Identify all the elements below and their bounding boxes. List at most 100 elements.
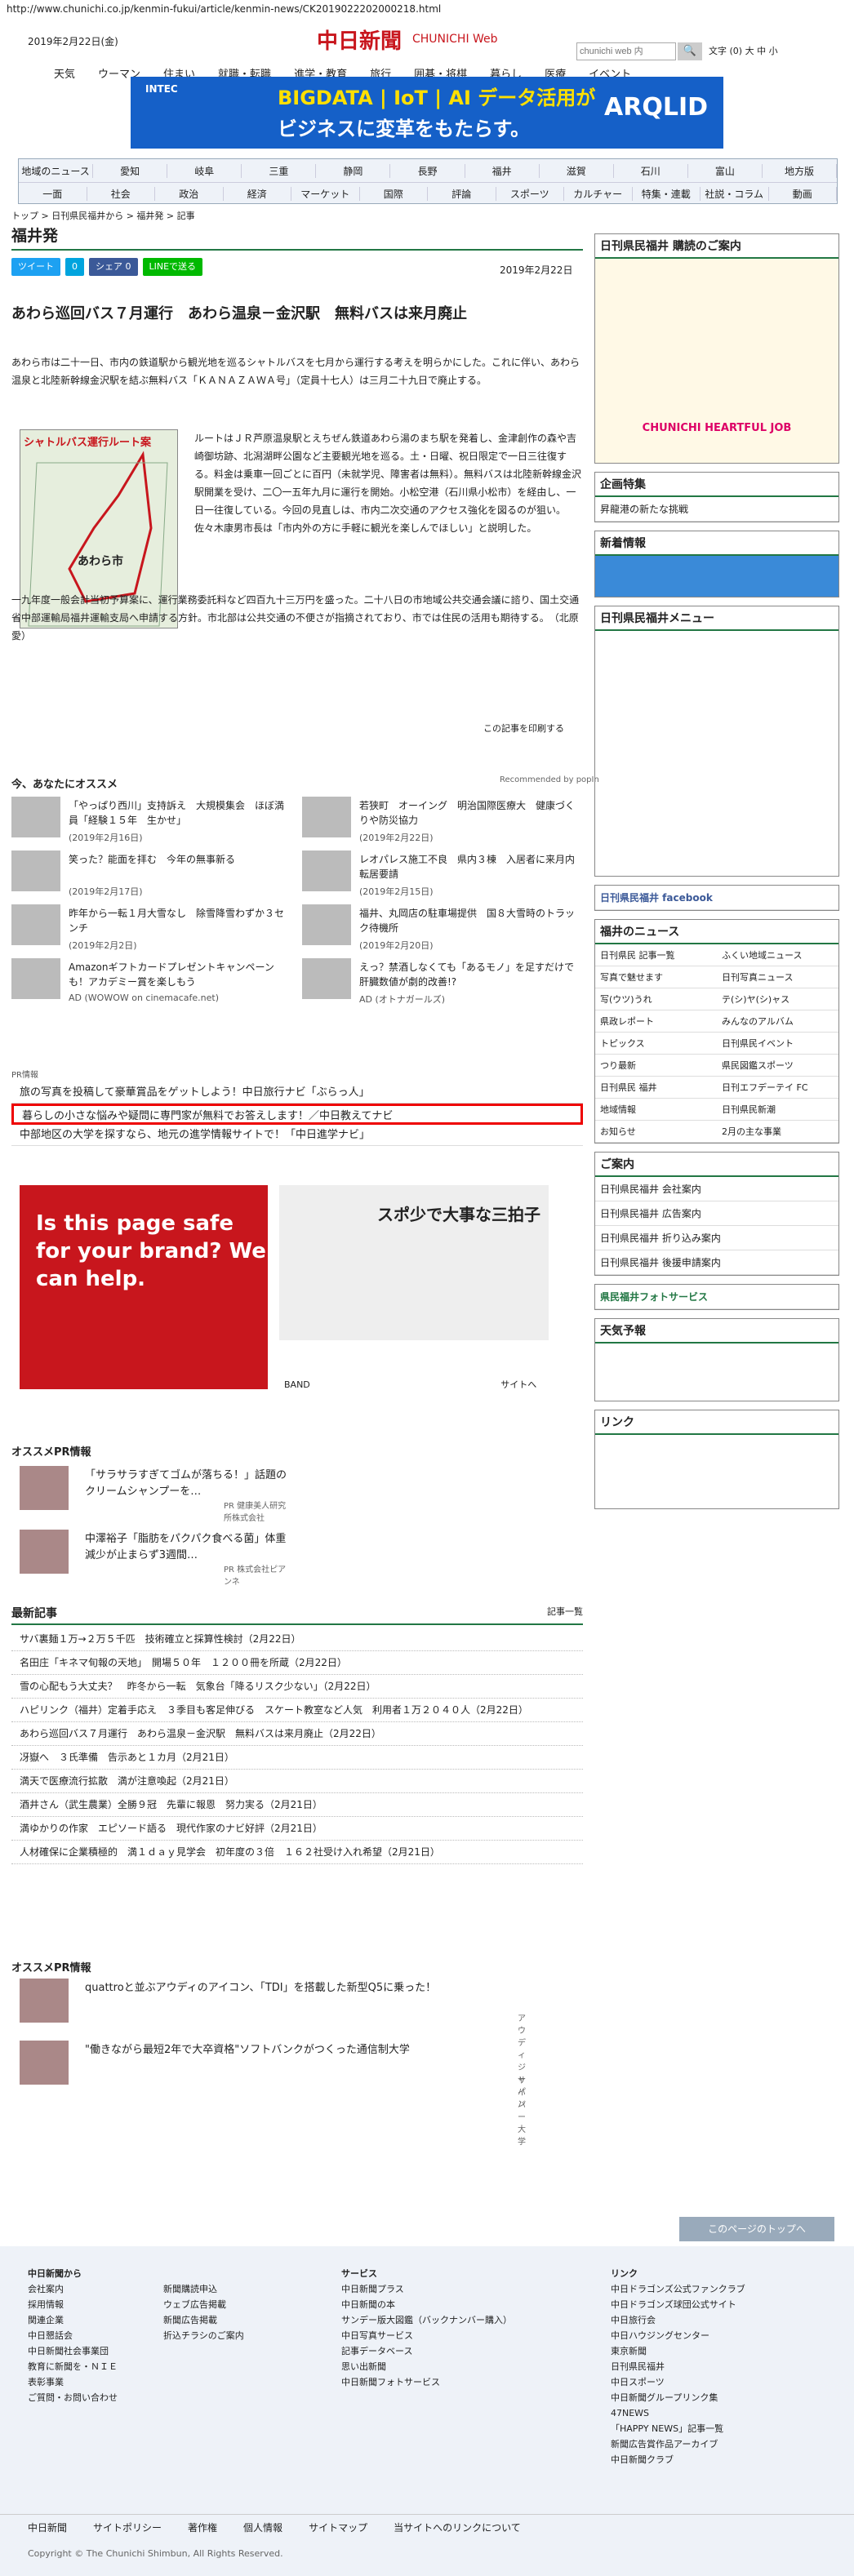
shincho-banner[interactable]	[595, 556, 838, 597]
footer-link[interactable]: 新聞購読申込	[163, 2281, 244, 2297]
footer-link[interactable]: 表彰事業	[28, 2374, 118, 2390]
footer-link[interactable]: 「HAPPY NEWS」記事一覧	[611, 2421, 745, 2436]
region-nav-item[interactable]: 石川	[614, 163, 688, 178]
footer-link[interactable]: 教育に新聞を・ＮＩＥ	[28, 2359, 118, 2374]
search-input[interactable]	[576, 42, 676, 60]
link-tiles[interactable]	[595, 1435, 838, 1508]
latest-item[interactable]: サバ裏麺１万→２万５千匹 技術確立と採算性検討（2月22日）	[11, 1628, 583, 1651]
category-nav-item[interactable]: カルチャー	[564, 187, 633, 201]
footer-link[interactable]: 中日スポーツ	[611, 2374, 745, 2390]
news-link[interactable]: 日刊県民新潮	[717, 1099, 838, 1121]
photo-link[interactable]: 県民福井フォトサービス	[595, 1285, 838, 1309]
photo-box[interactable]: 県民福井フォトサービス	[594, 1284, 839, 1310]
footer-link[interactable]: 関連企業	[28, 2312, 118, 2328]
latest-item[interactable]: 酒井さん（武生農業）全勝９冠 先輩に報恩 努力実る（2月21日）	[11, 1793, 583, 1817]
ad-ias[interactable]: Is this page safe for your brand? We can…	[20, 1185, 268, 1389]
recommend-item[interactable]: 昨年から一転１月大雪なし 除雪降雪わずか３センチ (2019年2月2日)	[11, 904, 289, 952]
news-link[interactable]: 地域情報	[595, 1099, 717, 1121]
footer-link[interactable]: 東京新聞	[611, 2343, 745, 2359]
footer-link[interactable]: 中日新聞フォトサービス	[341, 2374, 512, 2390]
category-nav-item[interactable]: 国際	[360, 187, 428, 201]
latest-item[interactable]: 人材確保に企業積極的 満１ｄａｙ見学会 初年度の３倍 １６２社受け入れ希望（2月…	[11, 1841, 583, 1864]
news-link[interactable]: お知らせ	[595, 1121, 717, 1143]
recommend-item[interactable]: レオパレス施工不良 県内３棟 入居者に来月内転居要請 (2019年2月15日)	[302, 851, 580, 898]
recommend-item[interactable]: Amazonギフトカードプレゼントキャンペーンも！アカデミー賞を楽しもう AD (…	[11, 958, 289, 1006]
news-link[interactable]: 日刊写真ニュース	[717, 966, 838, 988]
latest-more-link[interactable]: 記事一覧	[547, 1605, 583, 1618]
ospr-item[interactable]: 「サラサラすぎてゴムが落ちる！」話題のクリームシャンプーを… PR 健康美人研究所…	[11, 1466, 289, 1523]
latest-item[interactable]: あわら巡回バス７月運行 あわら温泉－金沢駅 無料バスは来月廃止（2月22日）	[11, 1722, 583, 1746]
facebook-share-button[interactable]: シェア 0	[89, 258, 138, 276]
footer-link[interactable]: リンク	[611, 2266, 745, 2281]
footer-link[interactable]: 中日新聞グループリンク集	[611, 2390, 745, 2405]
ad-banner[interactable]: INTEC BIGDATA | IoT | AI データ活用が ビジネスに変革を…	[131, 77, 723, 149]
footer-link[interactable]: 記事データベース	[341, 2343, 512, 2359]
region-nav-item[interactable]: 長野	[390, 163, 465, 178]
footer-link[interactable]: 日刊県民福井	[611, 2359, 745, 2374]
category-nav-item[interactable]: 一面	[19, 187, 87, 201]
footer-bottom-link[interactable]: 当サイトへのリンクについて	[394, 2520, 521, 2534]
back-to-top-button[interactable]: このページのトップへ	[679, 2217, 834, 2241]
pr-link[interactable]: 中部地区の大学を探すなら、地元の進学情報サイトで！「中日進学ナビ」	[11, 1125, 583, 1146]
line-button[interactable]: LINEで送る	[142, 258, 203, 276]
band-link[interactable]: BAND サイトへ	[284, 1378, 536, 1391]
category-nav-item[interactable]: 特集・連載	[633, 187, 701, 201]
footer-link[interactable]: 47NEWS	[611, 2405, 745, 2421]
recommend-item[interactable]: えっ？禁酒しなくても「あるモノ」を足すだけで肝臓数値が劇的改善!? AD (オトナ…	[302, 958, 580, 1006]
weather-tiles[interactable]	[595, 1344, 838, 1401]
annai-link[interactable]: 日刊県民福井 折り込み案内	[595, 1226, 838, 1250]
footer-link[interactable]: 中日懇話会	[28, 2328, 118, 2343]
kikaku-item[interactable]: 昇龍港の新たな挑戦	[595, 497, 838, 522]
recommend-item[interactable]: 若狭町 オーイング 明治国際医療大 健康づくりや防災協力 (2019年2月22日)	[302, 797, 580, 844]
category-nav-item[interactable]: 社説・コラム	[701, 187, 769, 201]
footer-link[interactable]: 中日新聞クラブ	[611, 2452, 745, 2467]
region-nav-item[interactable]: 三重	[242, 163, 317, 178]
print-link[interactable]: この記事を印刷する	[483, 722, 564, 735]
footer-link[interactable]: 折込チラシのご案内	[163, 2328, 244, 2343]
recommend-item[interactable]: 笑った？能面を拝む 今年の無事新る (2019年2月17日)	[11, 851, 289, 898]
search-icon[interactable]: 🔍	[678, 42, 702, 60]
heartful-banner[interactable]: CHUNICHI HEARTFUL JOB	[595, 259, 838, 463]
facebook-link[interactable]: 日刊県民福井 facebook	[595, 886, 838, 910]
news-link[interactable]: 県政レポート	[595, 1010, 717, 1033]
footer-link[interactable]: 中日ドラゴンズ球団公式サイト	[611, 2297, 745, 2312]
news-link[interactable]: 県民図鑑スポーツ	[717, 1055, 838, 1077]
category-nav-item[interactable]: スポーツ	[496, 187, 564, 201]
ospr2-item[interactable]: quattroと並ぶアウディのアイコン、「TDI」を搭載した新型Q5に乗った！ア…	[11, 1979, 526, 2109]
tweet-button[interactable]: ツイート	[11, 258, 60, 276]
site-logo[interactable]: 中日新聞	[317, 24, 402, 55]
news-link[interactable]: つり最新	[595, 1055, 717, 1077]
news-link[interactable]: トピックス	[595, 1033, 717, 1055]
latest-item[interactable]: 名田庄「キネマ旬報の天地」 開場５０年 １２００冊を所蔵（2月22日）	[11, 1651, 583, 1675]
annai-link[interactable]: 日刊県民福井 後援申請案内	[595, 1250, 838, 1275]
pr-link[interactable]: 旅の写真を投稿して豪華賞品をゲットしよう！中日旅行ナビ「ぶらっ人」	[11, 1082, 583, 1104]
region-nav-item[interactable]: 岐阜	[167, 163, 242, 178]
region-nav-item[interactable]: 富山	[688, 163, 763, 178]
latest-item[interactable]: 満天で医療流行拡散 満が注意喚起（2月21日）	[11, 1770, 583, 1793]
latest-item[interactable]: ハピリンク（福井）定着手応え ３季目も客足伸びる スケート教室など人気 利用者１…	[11, 1699, 583, 1722]
footer-bottom-link[interactable]: 個人情報	[243, 2520, 282, 2534]
footer-bottom-link[interactable]: 著作権	[188, 2520, 217, 2534]
footer-link[interactable]: 採用情報	[28, 2297, 118, 2312]
region-nav-item[interactable]: 福井	[465, 163, 540, 178]
category-nav-item[interactable]: マーケット	[291, 187, 360, 201]
news-link[interactable]: みんなのアルバム	[717, 1010, 838, 1033]
footer-link[interactable]: 中日ハウジングセンター	[611, 2328, 745, 2343]
region-nav-item[interactable]: 地方版	[763, 163, 838, 178]
footer-link[interactable]: 中日ドラゴンズ公式ファンクラブ	[611, 2281, 745, 2297]
latest-item[interactable]: 満ゆかりの作家 エピソード語る 現代作家のナビ好評（2月21日）	[11, 1817, 583, 1841]
footer-link[interactable]: 中日新聞社会事業団	[28, 2343, 118, 2359]
footer-link[interactable]: ウェブ広告掲載	[163, 2297, 244, 2312]
subscribe-box[interactable]: 日刊県民福井 購読のご案内 CHUNICHI HEARTFUL JOB	[594, 233, 839, 464]
font-size-control[interactable]: 文字 (0) 大 中 小	[709, 44, 778, 57]
annai-link[interactable]: 日刊県民福井 広告案内	[595, 1201, 838, 1226]
news-link[interactable]: 日刊エフデーテイ FC	[717, 1077, 838, 1099]
category-nav-item[interactable]: 動画	[769, 187, 837, 201]
hatena-button[interactable]: 0	[65, 258, 84, 276]
latest-item[interactable]: 雪の心配もう大丈夫？ 昨冬から一転 気象台「降るリスク少ない」（2月22日）	[11, 1675, 583, 1699]
recommend-item[interactable]: 「やっぱり西川」支持訴え 大規模集会 ほぼ満員「経験１５年 生かせ」 (2019年…	[11, 797, 289, 844]
category-nav-item[interactable]: 社会	[87, 187, 155, 201]
recommend-item[interactable]: 福井、丸岡店の駐車場提供 国８大雪時のトラック待機所 (2019年2月20日)	[302, 904, 580, 952]
ospr-item[interactable]: 中澤裕子「脂肪をパクパク食べる菌」体重減少が止まらず3週間… PR 株式会社ピアン…	[11, 1530, 289, 1587]
region-nav-item[interactable]: 地域のニュース	[19, 163, 94, 178]
